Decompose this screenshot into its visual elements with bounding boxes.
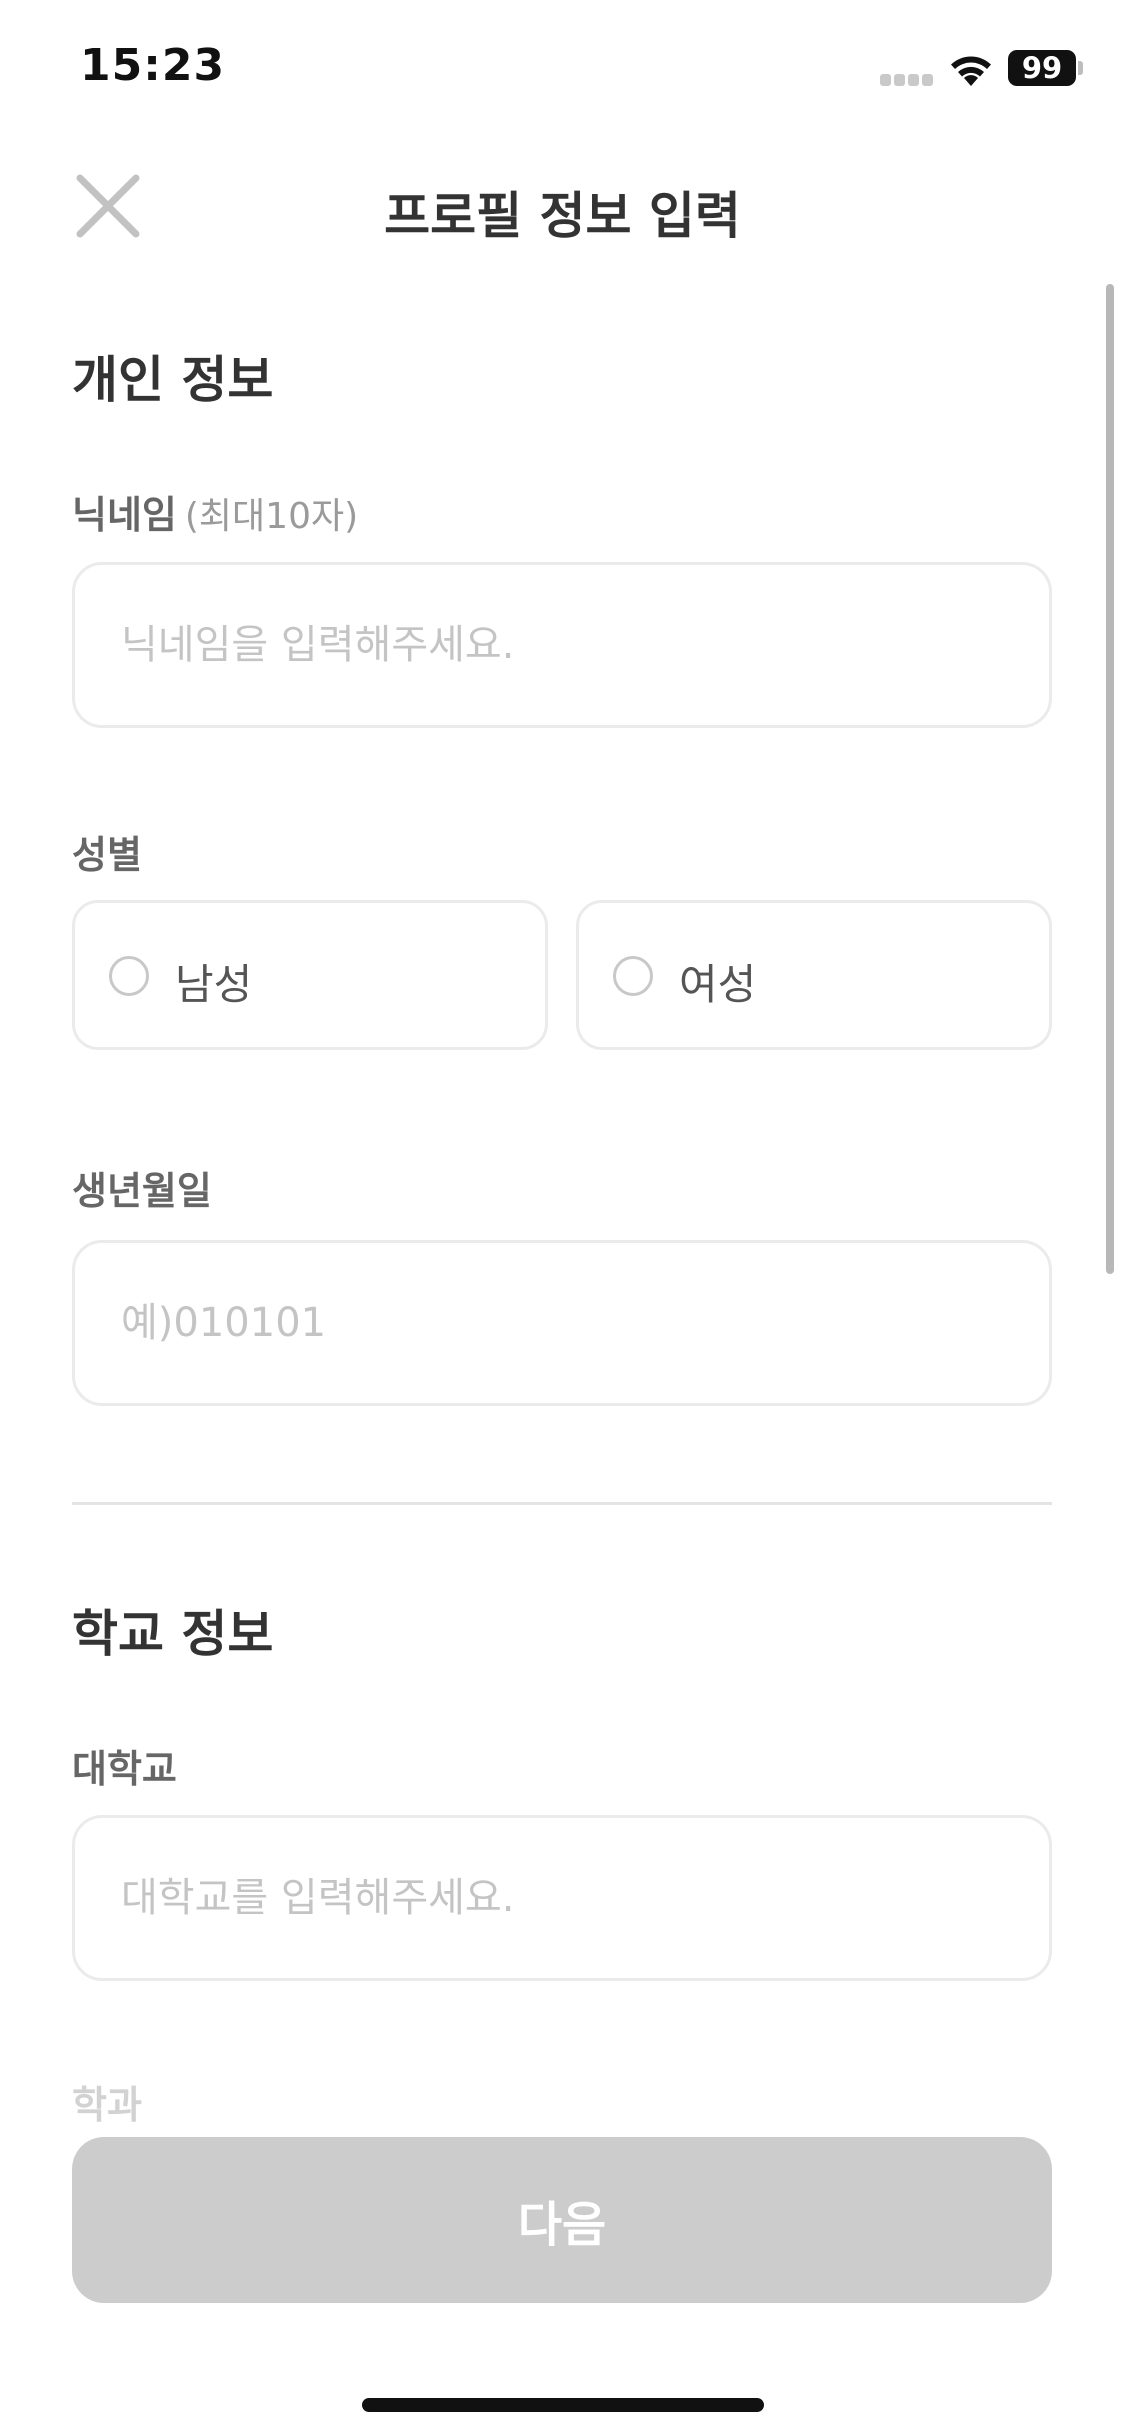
radio-circle-icon (613, 956, 653, 996)
status-time: 15:23 (80, 40, 226, 91)
next-button[interactable]: 다음 (72, 2137, 1052, 2303)
personal-info-title: 개인 정보 (72, 351, 274, 409)
birthdate-input[interactable] (72, 1240, 1052, 1406)
battery-cap (1078, 61, 1083, 75)
birthdate-label: 생년월일 (72, 1169, 212, 1213)
gender-label: 성별 (72, 833, 142, 877)
home-indicator (362, 2398, 764, 2412)
nickname-hint: (최대10자) (184, 496, 359, 537)
profile-input-screen: 15:23 99 프로필 정보 입력 개인 정보 닉네임 (최대10자) 닉네임… (0, 0, 1125, 2436)
nickname-label-text: 닉네임 (72, 493, 177, 537)
department-label: 학과 (72, 2083, 142, 2127)
wifi-icon (951, 56, 991, 86)
gender-option-male[interactable]: 남성 (72, 900, 548, 1050)
radio-circle-icon (109, 956, 149, 996)
section-divider (72, 1502, 1052, 1505)
page-title: 프로필 정보 입력 (384, 187, 741, 245)
nickname-input[interactable] (72, 562, 1052, 728)
university-label: 대학교 (72, 1747, 177, 1791)
status-bar: 15:23 99 (0, 0, 1125, 140)
scrollbar[interactable] (1106, 284, 1114, 1274)
header: 프로필 정보 입력 (0, 140, 1125, 270)
nickname-label: 닉네임 (최대10자) (72, 484, 358, 539)
cellular-signal-icon (880, 74, 933, 86)
gender-option-male-label: 남성 (175, 960, 253, 1009)
battery-level: 99 (1008, 50, 1076, 86)
gender-option-female[interactable]: 여성 (576, 900, 1052, 1050)
university-input[interactable] (72, 1815, 1052, 1981)
gender-option-female-label: 여성 (679, 960, 757, 1009)
school-info-title: 학교 정보 (72, 1605, 274, 1663)
